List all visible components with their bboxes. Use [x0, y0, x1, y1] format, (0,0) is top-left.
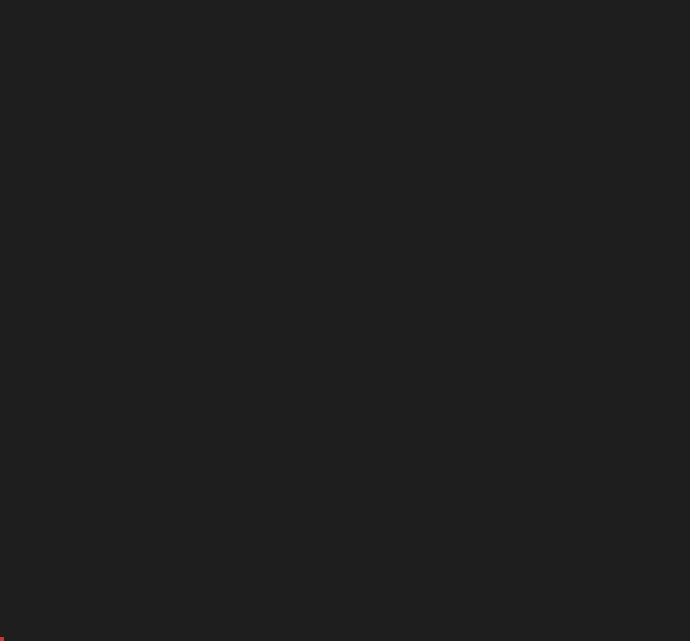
code-editor[interactable]: [0, 0, 690, 637]
annotation-red-box: [0, 637, 4, 641]
